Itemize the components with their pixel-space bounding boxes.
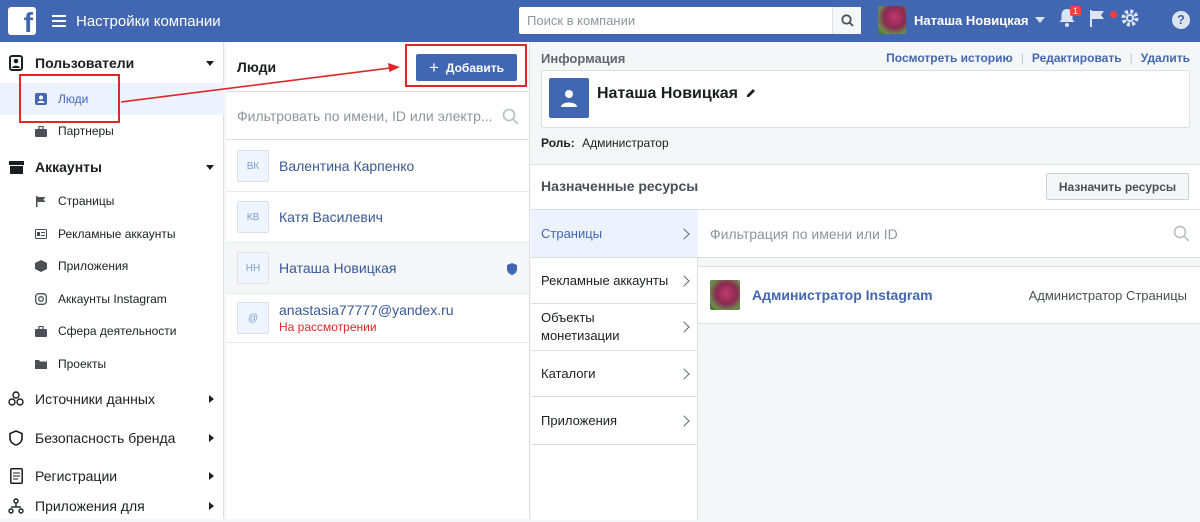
annotation-arrow [120, 63, 400, 103]
